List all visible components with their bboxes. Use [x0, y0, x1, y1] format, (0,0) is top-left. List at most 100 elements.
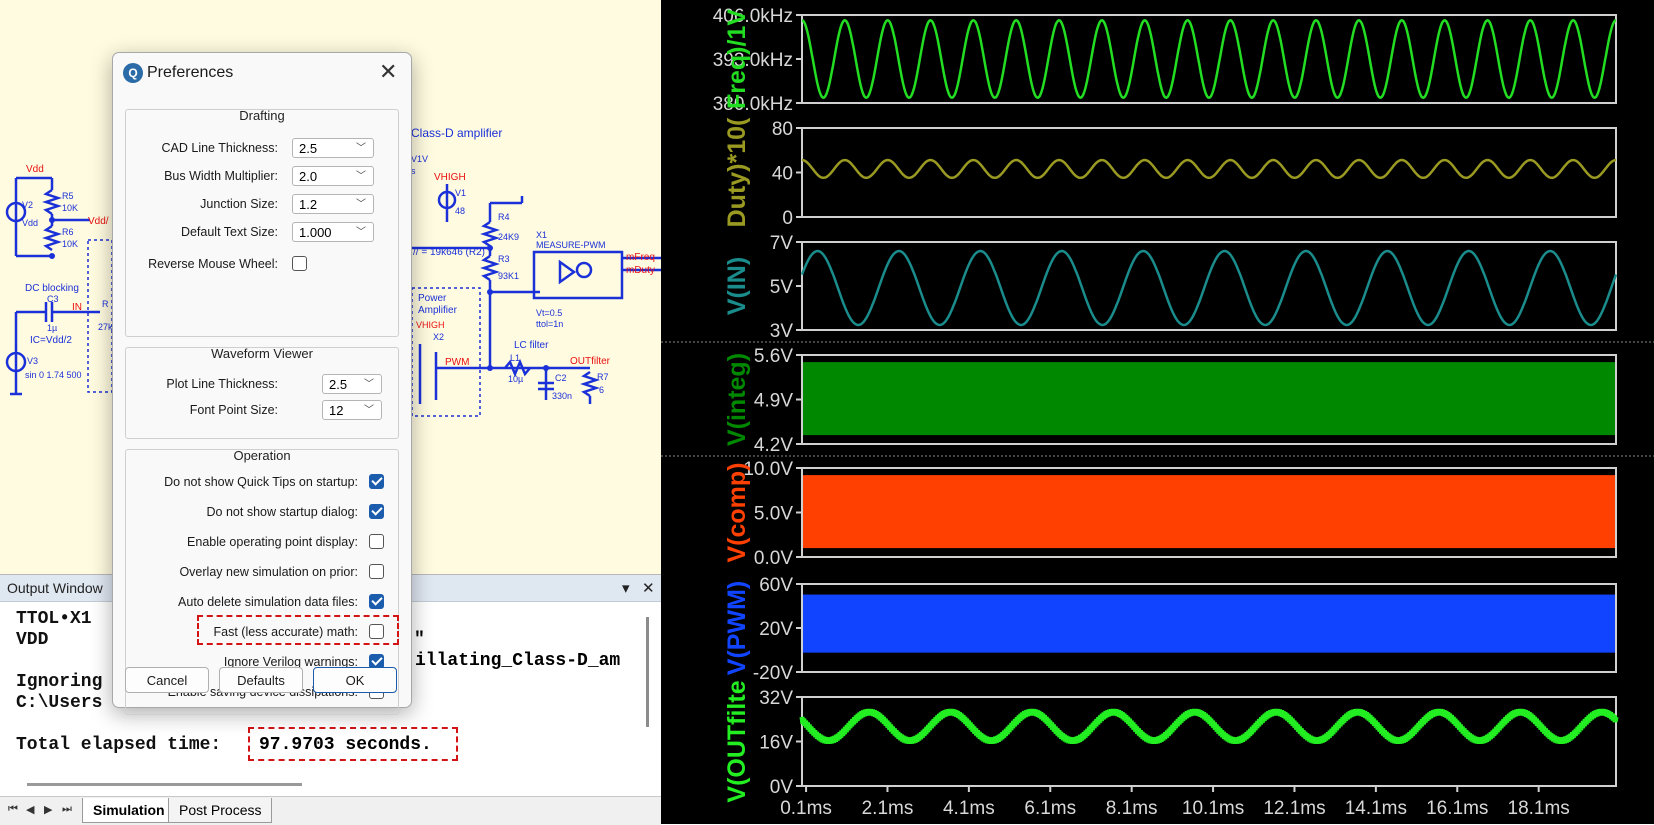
- horizontal-scrollbar[interactable]: [27, 783, 302, 786]
- waveform-pane[interactable]: 80 40 0 Duty)*10(: [723, 117, 1617, 229]
- close-icon[interactable]: ✕: [379, 59, 397, 85]
- schematic-label: Amplifier: [418, 305, 458, 316]
- field-label: Bus Width Multiplier:: [164, 169, 278, 183]
- operating-point-checkbox[interactable]: [369, 534, 384, 549]
- first-icon[interactable]: ⏮: [8, 803, 18, 816]
- last-icon[interactable]: ⏭: [62, 803, 72, 816]
- option-label: Enable operating point display:: [187, 535, 358, 549]
- schematic-label: DC blocking: [25, 283, 79, 294]
- output-window-title: Output Window: [7, 580, 103, 596]
- close-icon[interactable]: ✕: [642, 579, 655, 597]
- y-tick-label: 5V: [770, 277, 794, 298]
- schematic-label: Power: [418, 293, 447, 304]
- waveform-pane[interactable]: 7V 5V 3V V(IN): [723, 233, 1618, 342]
- chevron-down-icon: ﹀: [356, 171, 366, 182]
- dialog-button-bar: Cancel Defaults OK: [125, 667, 397, 695]
- waveform-viewer[interactable]: 406.0kHz 393.0kHz 380.0kHz Freq)/1V 80 40 0 Dut…: [661, 0, 1654, 824]
- trace-label[interactable]: V(comp): [723, 463, 751, 563]
- option-label: Do not show startup dialog:: [206, 505, 358, 519]
- waveform-pane[interactable]: 60V 20V -20VV(PWM): [723, 575, 1617, 684]
- schematic-label: R7: [597, 372, 609, 382]
- preferences-dialog: Q Preferences ✕ Drafting CAD Line Thickn…: [112, 52, 412, 715]
- trace-label[interactable]: V(OUTfilte: [723, 680, 751, 802]
- field-label: Plot Line Thickness:: [166, 377, 278, 391]
- x-tick-label: 8.1ms: [1106, 798, 1158, 819]
- schematic-label: 330n: [552, 391, 572, 401]
- ok-button[interactable]: OK: [313, 667, 397, 693]
- waveform-pane[interactable]: 5.6V 4.9V 4.2VV(integ): [723, 346, 1617, 456]
- trace-label[interactable]: V(IN): [723, 257, 751, 315]
- startup-dialog-checkbox[interactable]: [369, 504, 384, 519]
- option-label: Overlay new simulation on prior:: [179, 565, 358, 579]
- field-label: Junction Size:: [200, 197, 278, 211]
- default-text-size-select[interactable]: 1.000 ﹀: [292, 222, 374, 242]
- trace-label[interactable]: V(integ): [723, 353, 751, 446]
- schematic-label: 10µ: [508, 374, 523, 384]
- x-tick-label: 4.1ms: [943, 798, 995, 819]
- trace-label[interactable]: V(PWM): [723, 581, 751, 675]
- y-tick-label: 5.6V: [754, 346, 793, 367]
- reverse-mouse-wheel-row: Reverse Mouse Wheel:: [126, 254, 398, 276]
- waveform-pane[interactable]: 406.0kHz393.0kHz380.0kHzFreq)/1V: [713, 6, 1617, 115]
- y-tick-label: 5.0V: [754, 504, 793, 525]
- plot-line-thickness-select[interactable]: 2.5 ﹀: [322, 374, 382, 394]
- dialog-title: Preferences: [147, 64, 234, 81]
- chevron-down-icon: ﹀: [356, 199, 366, 210]
- schematic-label: IC=Vdd/2: [30, 335, 72, 346]
- tab-simulation[interactable]: Simulation: [82, 798, 176, 823]
- log-fragment: illating_Class-D_am: [415, 651, 621, 671]
- trace: [803, 594, 1615, 653]
- tab-post-process[interactable]: Post Process: [168, 798, 273, 823]
- junction-size-select[interactable]: 1.2 ﹀: [292, 194, 374, 214]
- trace: [800, 249, 1618, 327]
- trace: [803, 362, 1615, 436]
- schematic-label: C2: [555, 373, 567, 383]
- x-tick-label: 16.1ms: [1426, 798, 1488, 819]
- option-label: Auto delete simulation data files:: [178, 595, 358, 609]
- schematic-label: 10K: [62, 239, 78, 249]
- quick-tips-checkbox[interactable]: [369, 474, 384, 489]
- junction-size-row: Junction Size: 1.2 ﹀: [126, 194, 398, 216]
- schematic-title: Class-D amplifier: [411, 126, 502, 140]
- auto-delete-checkbox[interactable]: [369, 594, 384, 609]
- plot-line-thickness-row: Plot Line Thickness: 2.5 ﹀: [126, 374, 398, 396]
- waveform-pane[interactable]: 32V 16V 0V V(OUTfilte: [723, 680, 1619, 803]
- schematic-label: R6: [62, 227, 74, 237]
- defaults-button[interactable]: Defaults: [219, 667, 303, 693]
- waveform-plot[interactable]: 406.0kHz393.0kHz380.0kHzFreq)/1V 80 40 0 Dut…: [661, 0, 1654, 824]
- bottom-tab-bar: ⏮ ◀ ▶ ⏭ Simulation Post Process: [0, 796, 661, 825]
- trace: [799, 708, 1619, 744]
- elapsed-highlight-box: [248, 727, 458, 761]
- field-label: Font Point Size:: [189, 403, 278, 417]
- schematic-label: VHIGH: [416, 320, 445, 330]
- trace-label[interactable]: Freq)/1V: [723, 9, 751, 109]
- fast-math-highlight-box: [197, 615, 399, 645]
- bus-width-select[interactable]: 2.0 ﹀: [292, 166, 374, 186]
- schematic-label: 6: [599, 385, 604, 395]
- prev-icon[interactable]: ◀: [26, 803, 34, 816]
- trace-label[interactable]: Duty)*10(: [723, 117, 751, 227]
- vertical-scrollbar[interactable]: [646, 617, 649, 727]
- reverse-mouse-wheel-checkbox[interactable]: [292, 256, 307, 271]
- y-tick-label: -20V: [753, 663, 793, 684]
- y-tick-label: 4.9V: [754, 391, 793, 412]
- cad-line-thickness-select[interactable]: 2.5 ﹀: [292, 138, 374, 158]
- next-icon[interactable]: ▶: [44, 803, 52, 816]
- schematic-label: R4: [498, 212, 510, 222]
- waveform-pane[interactable]: 10.0V5.0V0.0VV(comp): [723, 459, 1617, 569]
- schematic-label: R5: [62, 191, 74, 201]
- font-point-size-select[interactable]: 12 ﹀: [322, 400, 382, 420]
- drafting-group: Drafting CAD Line Thickness: 2.5 ﹀ Bus Wi…: [125, 108, 399, 337]
- operation-option: Overlay new simulation on prior:: [126, 562, 398, 584]
- y-tick-label: 16V: [759, 733, 793, 754]
- y-tick-label: 80: [772, 119, 793, 140]
- x-tick-label: 14.1ms: [1345, 798, 1407, 819]
- select-value: 12: [329, 403, 344, 418]
- cancel-button[interactable]: Cancel: [125, 667, 209, 693]
- overlay-simulation-checkbox[interactable]: [369, 564, 384, 579]
- log-line: Total elapsed time:: [16, 735, 222, 755]
- dropdown-arrow-icon[interactable]: ▾: [622, 579, 630, 597]
- schematic-label: 1µ: [47, 323, 57, 333]
- schematic-label: mDuty: [626, 265, 655, 276]
